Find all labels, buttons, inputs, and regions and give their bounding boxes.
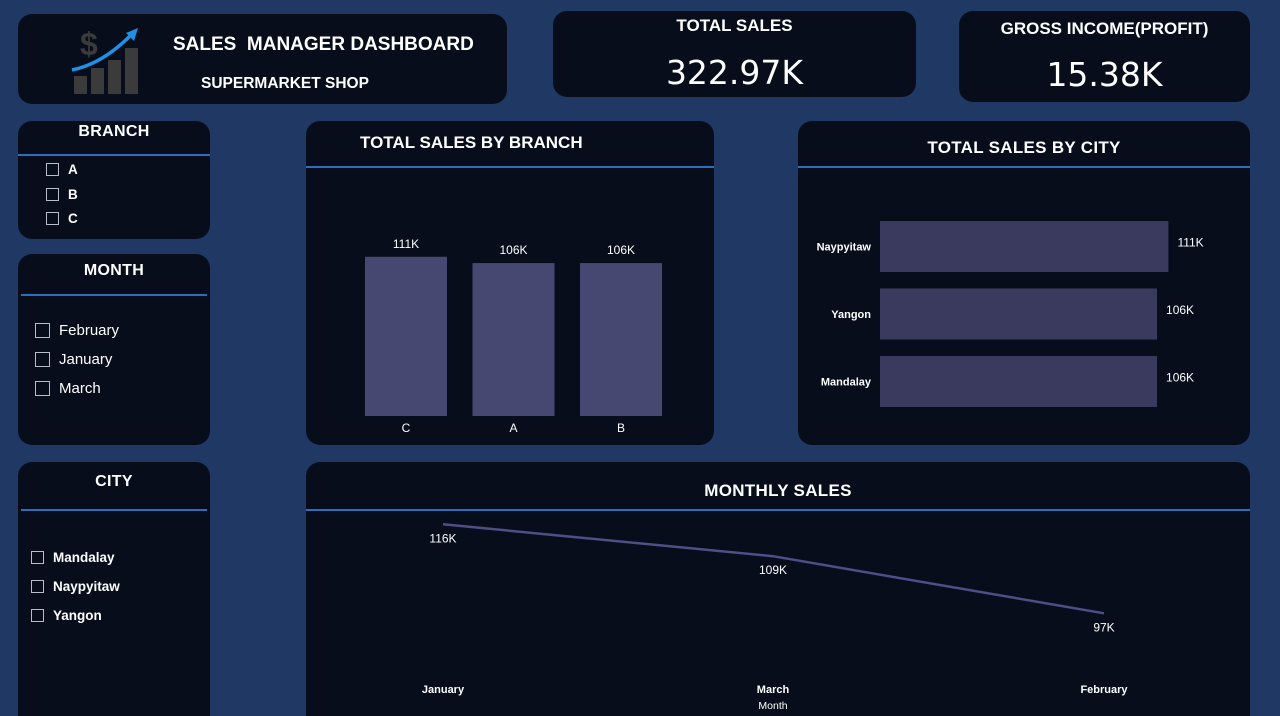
checkbox[interactable] — [35, 352, 50, 367]
bar — [472, 263, 555, 416]
month-filter-title: MONTH — [83, 262, 145, 279]
city-option-naypyitaw[interactable]: Naypyitaw — [31, 579, 120, 594]
sales-by-branch-chart: 111K C 106K A 106K B — [365, 237, 662, 435]
checkbox[interactable] — [46, 163, 59, 176]
y-tick-label: Mandalay — [821, 377, 872, 389]
checkbox[interactable] — [35, 323, 50, 338]
checkbox[interactable] — [46, 212, 59, 225]
total-sales-value: 322.97K — [665, 53, 804, 92]
month-option-label: February — [59, 322, 120, 339]
x-tick-label: January — [422, 684, 465, 696]
branch-option-label: A — [68, 162, 78, 177]
bar — [365, 256, 447, 416]
bar — [880, 356, 1158, 407]
y-tick-label: Yangon — [831, 309, 871, 321]
total-sales-label: TOTAL SALES — [676, 16, 793, 35]
checkbox[interactable] — [46, 188, 59, 201]
sales-by-city-chart: Naypyitaw 111K Yangon 106K Mandalay 106K — [817, 221, 1204, 407]
branch-filter-divider — [18, 154, 210, 156]
branch-option-c[interactable]: C — [46, 211, 78, 226]
month-option-label: January — [59, 351, 113, 368]
bar — [880, 288, 1158, 340]
x-tick-label: A — [509, 421, 517, 435]
branch-option-b[interactable]: B — [46, 187, 78, 202]
checkbox[interactable] — [31, 551, 44, 564]
city-filter: CITY Mandalay Naypyitaw Yangon — [18, 462, 210, 716]
data-label: 106K — [499, 243, 527, 257]
city-filter-divider — [21, 509, 207, 511]
y-tick-label: Naypyitaw — [817, 242, 872, 254]
city-option-yangon[interactable]: Yangon — [31, 608, 102, 623]
data-label: 106K — [1166, 303, 1194, 317]
branch-option-label: C — [68, 211, 78, 226]
svg-text:$: $ — [80, 26, 98, 62]
city-option-label: Mandalay — [53, 550, 115, 565]
bar — [880, 221, 1169, 272]
city-filter-title: CITY — [95, 473, 133, 490]
branch-option-a[interactable]: A — [46, 162, 78, 177]
dashboard-subtitle: SUPERMARKET SHOP — [201, 75, 369, 92]
data-label: 109K — [759, 563, 787, 577]
checkbox[interactable] — [31, 609, 44, 622]
data-label: 106K — [607, 243, 635, 257]
checkbox[interactable] — [35, 381, 50, 396]
city-option-mandalay[interactable]: Mandalay — [31, 550, 115, 565]
dollar-growth-chart-icon: $ — [71, 26, 138, 94]
month-option-label: March — [59, 380, 101, 397]
branch-filter-title: BRANCH — [78, 123, 150, 140]
x-tick-label: B — [617, 421, 625, 435]
monthly-sales-card: MONTHLY SALES 116K January 109K March 97K Feb… — [306, 462, 1250, 716]
sales-by-branch-card: TOTAL SALES BY BRANCH 111K C 106K A 106K B — [306, 121, 714, 445]
x-tick-label: C — [402, 421, 411, 435]
monthly-sales-chart: 116K January 109K March 97K February Month — [422, 523, 1128, 712]
city-option-label: Naypyitaw — [53, 579, 120, 594]
x-tick-label: March — [757, 684, 790, 696]
total-sales-card: TOTAL SALES 322.97K — [553, 11, 916, 97]
month-option-february[interactable]: February — [35, 322, 119, 339]
data-label: 111K — [393, 237, 419, 251]
gross-income-value: 15.38K — [1046, 55, 1163, 94]
branch-filter: BRANCH A B C — [18, 121, 210, 239]
city-option-label: Yangon — [53, 608, 102, 623]
gross-income-card: GROSS INCOME(PROFIT) 15.38K — [959, 11, 1250, 102]
data-label: 116K — [429, 531, 456, 545]
bar — [580, 263, 662, 416]
month-option-march[interactable]: March — [35, 380, 101, 397]
month-option-january[interactable]: January — [35, 351, 112, 368]
sales-by-city-card: TOTAL SALES BY CITY Naypyitaw 111K Yangon 1… — [798, 121, 1250, 445]
x-tick-label: February — [1080, 684, 1128, 696]
month-filter: MONTH February January March — [18, 254, 210, 445]
data-label: 111K — [1177, 236, 1203, 250]
header-card: $ SALES MANAGER DASHBOARD SUPERMARKET SH… — [18, 14, 507, 104]
month-filter-divider — [21, 294, 207, 296]
checkbox[interactable] — [31, 580, 44, 593]
data-label: 97K — [1093, 620, 1114, 634]
dashboard-title: SALES MANAGER DASHBOARD — [173, 34, 474, 55]
gross-income-label: GROSS INCOME(PROFIT) — [1000, 19, 1209, 38]
branch-option-label: B — [68, 187, 78, 202]
data-label: 106K — [1166, 371, 1194, 385]
x-axis-title: Month — [758, 700, 787, 712]
